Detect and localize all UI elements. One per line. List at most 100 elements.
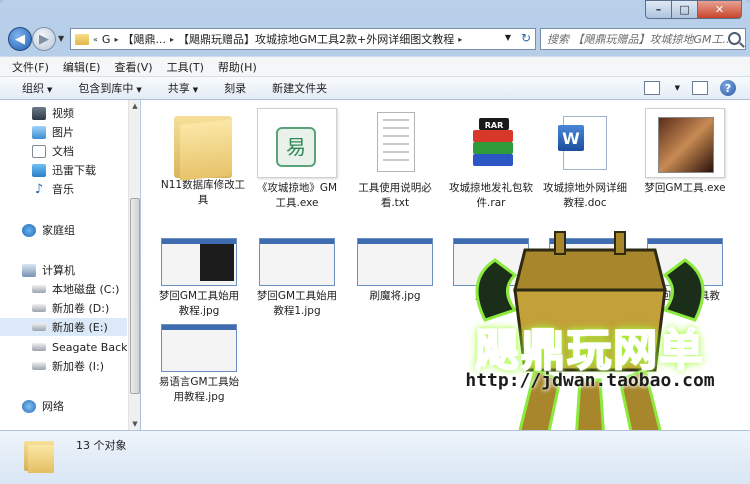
image-thumbnail — [355, 234, 435, 286]
navigation-row: ◀ ▶ ▼ « G ▸ 【飓鼎... ▸ 【飓鼎玩赠品】攻城掠地GM工具2款+外… — [6, 26, 746, 52]
chevron-down-icon: ▼ — [136, 86, 142, 94]
file-name: 易语言GM工具始用教程.jpg — [158, 376, 240, 403]
nav-item-drive-c[interactable]: 本地磁盘 (C:) — [0, 280, 127, 298]
close-button[interactable]: ✕ — [698, 0, 742, 19]
command-bar: 组织 ▼ 包含到库中 ▼ 共享 ▼ 刻录 新建文件夹 ▼ ? — [0, 76, 750, 100]
burn-button[interactable]: 刻录 — [224, 80, 246, 96]
scrollbar-thumb[interactable] — [130, 198, 140, 394]
scroll-down-arrow-icon[interactable]: ▼ — [130, 420, 140, 428]
forward-button[interactable]: ▶ — [32, 27, 56, 51]
explorer-window: – □ ✕ ◀ ▶ ▼ « G ▸ 【飓鼎... ▸ 【飓鼎玩赠品】攻城掠地GM… — [0, 0, 750, 484]
share-button[interactable]: 共享 ▼ — [168, 80, 198, 96]
nav-item-network[interactable]: 网络 — [0, 397, 127, 415]
new-folder-button[interactable]: 新建文件夹 — [272, 80, 327, 96]
nav-label: 文档 — [52, 145, 74, 158]
nav-item-drive-d[interactable]: 新加卷 (D:) — [0, 299, 127, 317]
help-icon[interactable]: ? — [720, 80, 736, 96]
file-item[interactable]: 梦回GM工具.exe — [641, 108, 729, 196]
file-item[interactable]: 工具使用说明必看.txt — [351, 108, 439, 211]
file-item[interactable]: 易 《攻城掠地》GM工具.exe — [253, 108, 341, 211]
computer-icon — [22, 263, 36, 277]
address-bar[interactable]: « G ▸ 【飓鼎... ▸ 【飓鼎玩赠品】攻城掠地GM工具2款+外网详细图文教… — [70, 28, 536, 50]
exe-icon: 易 — [257, 108, 337, 178]
drive-icon — [32, 285, 46, 293]
refresh-icon[interactable]: ↻ — [521, 31, 531, 45]
file-item[interactable]: 刷魔将.jpg — [351, 234, 439, 304]
drive-icon — [32, 362, 46, 370]
nav-label: Seagate Backup — [52, 340, 127, 354]
toolbar-right: ▼ ? — [643, 80, 736, 96]
chevron-down-icon[interactable]: ▼ — [675, 84, 680, 92]
minimize-button[interactable]: – — [645, 0, 672, 19]
chevron-down-icon[interactable]: ▼ — [505, 33, 511, 42]
chevron-right-icon[interactable]: ▸ — [170, 35, 174, 44]
nav-item-homegroup[interactable]: 家庭组 — [0, 221, 127, 239]
nav-item-thunder-downloads[interactable]: 迅雷下载 — [0, 161, 127, 179]
nav-item-computer[interactable]: 计算机 — [0, 261, 127, 279]
nav-item-videos[interactable]: 视频 — [0, 104, 127, 122]
search-icon[interactable] — [728, 32, 741, 45]
item-count: 13 个对象 — [76, 439, 127, 452]
maximize-button[interactable]: □ — [672, 0, 698, 19]
file-item[interactable]: 梦回GM工具始用教程.jpg — [155, 234, 243, 319]
nav-label: 图片 — [52, 126, 74, 139]
nav-label: 本地磁盘 (C:) — [52, 283, 120, 296]
file-item[interactable]: 易语言GM工具始用教程.jpg — [155, 320, 243, 405]
organize-button[interactable]: 组织 ▼ — [22, 80, 52, 96]
file-name: 《攻城掠地》GM工具.exe — [256, 182, 338, 209]
nav-label: 新加卷 (I:) — [52, 360, 105, 373]
nav-label: 新加卷 (D:) — [52, 302, 110, 315]
nav-item-documents[interactable]: 文档 — [0, 142, 127, 160]
scroll-up-arrow-icon[interactable]: ▲ — [130, 102, 140, 110]
nav-label: 新加卷 (E:) — [52, 321, 108, 334]
breadcrumb-segment[interactable]: 【飓鼎... — [122, 31, 166, 47]
file-item[interactable]: W 攻城掠地外网详细教程.doc — [541, 108, 629, 211]
search-input[interactable]: 搜索 【飓鼎玩赠品】攻城掠地GM工... — [540, 28, 746, 50]
word-document-icon: W — [545, 108, 625, 178]
chevron-right-icon[interactable]: ▸ — [114, 35, 118, 44]
file-name: 梦回GM工具始用教程1.jpg — [256, 290, 338, 317]
nav-label: 迅雷下载 — [52, 164, 96, 177]
file-item[interactable]: N11数据库修改工具 — [159, 108, 247, 208]
menu-file[interactable]: 文件(F) — [12, 59, 49, 75]
document-icon — [32, 144, 46, 158]
nav-label: 网络 — [42, 400, 64, 413]
nav-item-music[interactable]: ♪ 音乐 — [0, 180, 127, 198]
nav-item-drive-e[interactable]: 新加卷 (E:) — [0, 318, 127, 336]
download-icon — [32, 163, 46, 177]
menu-edit[interactable]: 编辑(E) — [63, 59, 101, 75]
breadcrumb-segment[interactable]: G — [102, 33, 111, 46]
include-in-library-button[interactable]: 包含到库中 ▼ — [78, 80, 141, 96]
video-icon — [32, 106, 46, 120]
preview-pane-icon[interactable] — [692, 81, 708, 95]
file-item[interactable]: 梦回GM工具始用教程1.jpg — [253, 234, 341, 319]
details-pane: 13 个对象 — [0, 430, 750, 484]
music-icon: ♪ — [34, 181, 44, 197]
file-name: 梦回GM工具.exe — [644, 182, 726, 194]
menu-tools[interactable]: 工具(T) — [167, 59, 204, 75]
file-name: 工具使用说明必看.txt — [358, 182, 432, 209]
chevron-double-icon[interactable]: « — [93, 35, 98, 44]
back-button[interactable]: ◀ — [8, 27, 32, 51]
file-item[interactable]: RAR 攻城掠地发礼包软件.rar — [447, 108, 535, 211]
navigation-pane: 视频 图片 文档 迅雷下载 ♪ 音乐 家庭组 计算机 本地磁盘 (C:) 新加卷 … — [0, 100, 140, 430]
menu-bar: 文件(F) 编辑(E) 查看(V) 工具(T) 帮助(H) — [0, 56, 750, 76]
view-options-icon[interactable] — [643, 81, 660, 95]
nav-item-pictures[interactable]: 图片 — [0, 123, 127, 141]
breadcrumb-segment[interactable]: 【飓鼎玩赠品】攻城掠地GM工具2款+外网详细图文教程 — [178, 31, 454, 47]
drive-icon — [32, 304, 46, 312]
image-thumbnail — [159, 234, 239, 286]
drive-icon — [32, 323, 46, 331]
nav-item-seagate-backup[interactable]: Seagate Backup — [0, 338, 127, 356]
nav-label: 视频 — [52, 107, 74, 120]
game-exe-icon — [645, 108, 725, 178]
nav-label: 音乐 — [52, 183, 74, 196]
menu-view[interactable]: 查看(V) — [114, 59, 152, 75]
nav-label: 家庭组 — [42, 224, 75, 237]
rar-archive-icon: RAR — [451, 108, 531, 178]
nav-item-drive-i[interactable]: 新加卷 (I:) — [0, 357, 127, 375]
recent-pages-dropdown[interactable]: ▼ — [58, 34, 64, 43]
nav-scrollbar[interactable]: ▲ ▼ — [128, 100, 140, 430]
chevron-right-icon[interactable]: ▸ — [458, 35, 462, 44]
menu-help[interactable]: 帮助(H) — [218, 59, 257, 75]
